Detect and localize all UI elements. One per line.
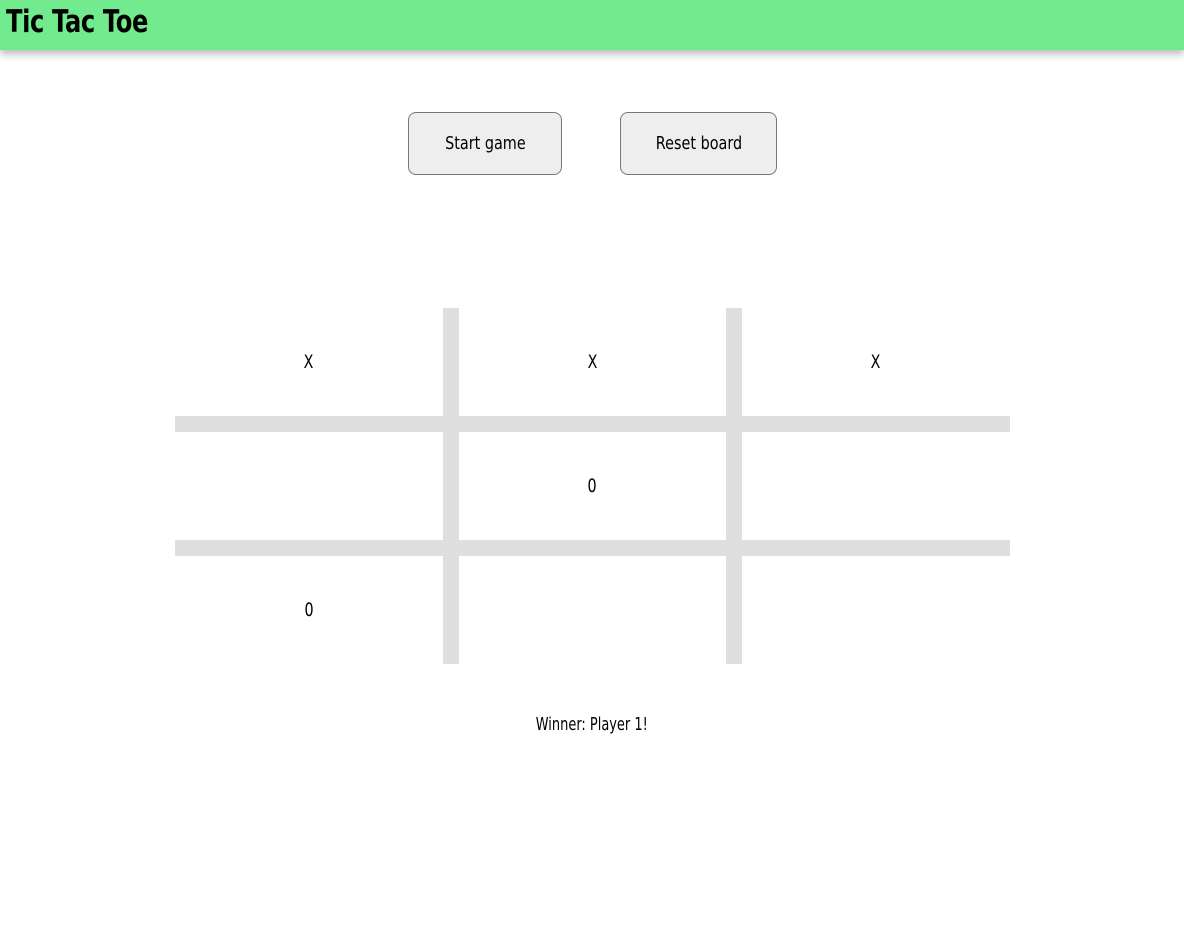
board-cell-7[interactable]: 0 — [175, 556, 443, 664]
app-title: Tic Tac Toe — [6, 4, 148, 40]
board-cell-2[interactable]: X — [459, 308, 726, 416]
cell-mark: X — [304, 351, 314, 373]
cell-mark: 0 — [304, 599, 314, 621]
grid-line-vertical-2 — [726, 308, 742, 664]
reset-board-button[interactable]: Reset board — [620, 112, 777, 175]
board-cell-9[interactable] — [742, 556, 1010, 664]
grid-line-horizontal-1 — [175, 416, 1010, 432]
grid-line-horizontal-2 — [175, 540, 1010, 556]
reset-board-label: Reset board — [655, 133, 742, 154]
board-cell-1[interactable]: X — [175, 308, 443, 416]
winner-message: Winner: Player 1! — [535, 714, 649, 735]
game-board: X X X 0 0 — [175, 308, 1010, 664]
game-status: Winner: Player 1! — [0, 714, 1184, 735]
cell-mark: X — [871, 351, 881, 373]
start-game-label: Start game — [444, 133, 526, 154]
board-cell-6[interactable] — [742, 432, 1010, 540]
start-game-button[interactable]: Start game — [408, 112, 562, 175]
grid-line-vertical-1 — [443, 308, 459, 664]
app-header: Tic Tac Toe — [0, 0, 1184, 50]
board-cell-4[interactable] — [175, 432, 443, 540]
board-cell-3[interactable]: X — [742, 308, 1010, 416]
board-cell-5[interactable]: 0 — [459, 432, 726, 540]
board-cell-8[interactable] — [459, 556, 726, 664]
cell-mark: X — [587, 351, 598, 373]
cell-mark: 0 — [587, 475, 598, 497]
